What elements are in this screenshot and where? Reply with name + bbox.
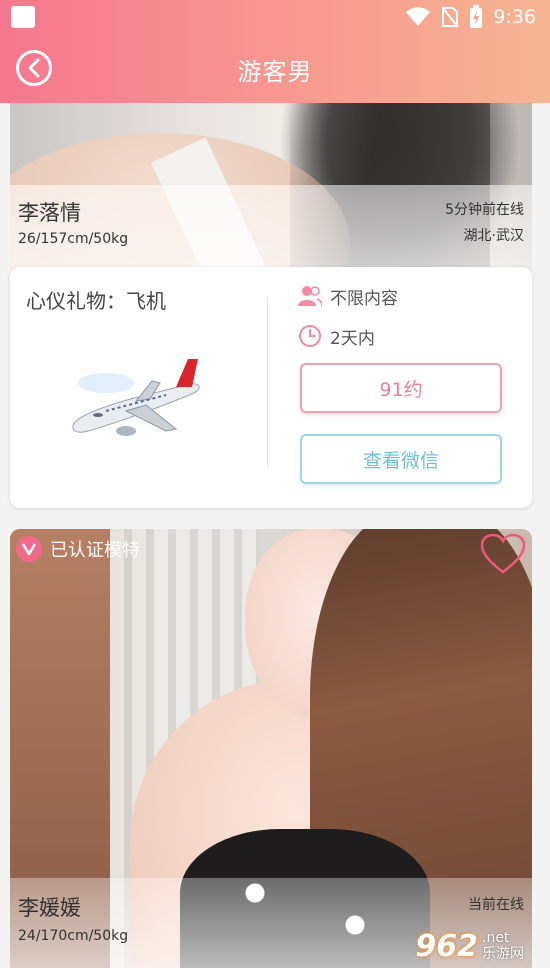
status-bar: 9:36 [0, 0, 550, 34]
wifi-icon [406, 7, 431, 27]
divider [267, 297, 268, 467]
page-title: 游客男 [237, 58, 313, 86]
verified-label: 已认证模特 [50, 540, 140, 561]
gift-label: 心仪礼物：飞机 [26, 289, 166, 313]
top-bar: 9:36 游客男 [0, 0, 550, 103]
airplane-icon [72, 359, 200, 436]
no-sim-icon [441, 6, 460, 28]
profile-stats: 26/157cm/50kg [18, 231, 129, 247]
clock: 9:36 [493, 6, 536, 28]
online-status: 当前在线 [468, 897, 524, 913]
content-scope-row: 不限内容 [298, 283, 398, 309]
users-icon [298, 286, 322, 307]
watermark-number: 962 [415, 929, 478, 964]
battery-charging-icon [470, 5, 483, 28]
verified-v-icon [16, 536, 42, 562]
book-date-button[interactable]: 91约 [300, 363, 502, 413]
watermark-net: .net [482, 930, 510, 947]
time-limit-row: 2天内 [298, 323, 375, 349]
watermark-site: 乐游网 [482, 945, 524, 962]
clock-icon [299, 325, 321, 347]
content-scope-text: 不限内容 [330, 288, 398, 309]
gift-card: 心仪礼物：飞机 不限内容 2天内 91约 查看微信 [10, 267, 532, 508]
profile-stats: 24/170cm/50kg [18, 928, 129, 944]
profile-photo-1[interactable]: 李落情 26/157cm/50kg 5分钟前在线 湖北·武汉 [10, 103, 532, 273]
view-wechat-button[interactable]: 查看微信 [300, 434, 502, 484]
profile-info-overlay: 李落情 26/157cm/50kg 5分钟前在线 湖北·武汉 [10, 185, 532, 273]
notification-icon [11, 6, 35, 28]
verified-badge: 已认证模特 [16, 536, 140, 562]
watermark-logo: 962 .net 乐游网 [415, 929, 524, 964]
location: 湖北·武汉 [463, 228, 524, 244]
online-status: 5分钟前在线 [445, 202, 524, 218]
profile-name: 李落情 [18, 201, 81, 225]
header: 游客男 [0, 34, 550, 103]
profile-name: 李媛媛 [18, 896, 81, 920]
heart-icon[interactable] [480, 533, 526, 575]
profile-card-2[interactable]: 已认证模特 李媛媛 24/170cm/50kg 当前在线 962 .net 乐游… [10, 529, 532, 968]
time-limit-text: 2天内 [330, 328, 375, 349]
